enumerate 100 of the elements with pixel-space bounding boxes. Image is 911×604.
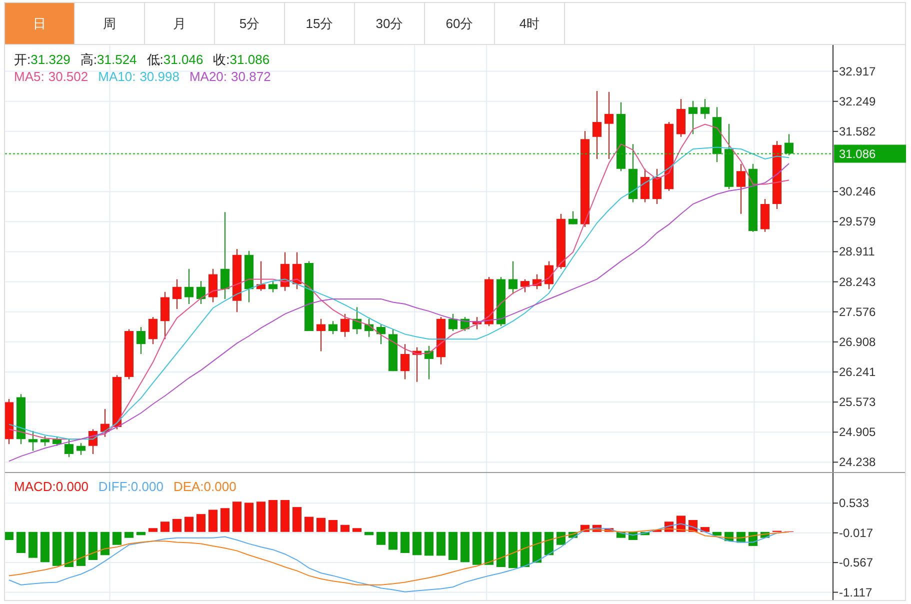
macd-bar — [604, 528, 614, 532]
candlestick — [376, 324, 386, 345]
candlestick — [604, 91, 614, 160]
axis-label: 30.246 — [839, 184, 876, 199]
axis-label: 24.905 — [839, 425, 876, 440]
candlestick — [196, 280, 206, 304]
macd-bar — [76, 532, 86, 566]
macd-bar — [424, 532, 434, 556]
indicator-reading: DEA:0.000 — [173, 478, 236, 495]
candlestick — [772, 140, 782, 210]
candlestick — [28, 430, 38, 452]
candlestick — [520, 278, 530, 293]
candlestick — [316, 318, 326, 352]
axis-label: -1.117 — [839, 585, 872, 600]
ohlc-reading: 收:31.086 — [213, 51, 270, 68]
candlestick — [16, 394, 26, 445]
macd-bar — [388, 532, 398, 550]
candlestick — [652, 168, 662, 204]
candlestick — [484, 276, 494, 327]
indicator-reading: DIFF:0.000 — [98, 478, 164, 495]
candlestick — [208, 268, 218, 303]
macd-bar — [496, 532, 506, 568]
candlestick — [88, 428, 98, 454]
candlestick — [748, 163, 758, 232]
candlestick — [724, 123, 734, 190]
candlestick — [592, 90, 602, 160]
moving-average-reading: MA10: 30.998 — [98, 68, 180, 85]
axis-label: 26.908 — [839, 334, 876, 349]
candlestick — [328, 320, 338, 335]
macd-bar — [352, 528, 362, 532]
candlestick — [628, 144, 638, 203]
macd-bar — [5, 532, 14, 540]
candlestick — [640, 168, 650, 203]
candlestick — [496, 276, 506, 327]
candlestick — [412, 346, 422, 382]
axis-label: -0.567 — [839, 556, 874, 570]
candlestick — [400, 344, 410, 380]
macd-bar — [100, 532, 110, 556]
candlestick — [76, 442, 86, 456]
macd-bar — [712, 532, 722, 536]
candlestick — [64, 438, 74, 458]
candlestick — [52, 436, 62, 446]
macd-bar — [136, 532, 146, 536]
candlestick — [460, 316, 470, 332]
macd-bar — [124, 532, 134, 538]
candlestick — [280, 252, 290, 292]
candlestick — [364, 318, 374, 338]
candlestick — [712, 106, 722, 163]
macd-bar — [172, 518, 182, 532]
price-label: 31.086 — [839, 147, 876, 162]
candlestick — [736, 163, 746, 214]
macd-bar — [112, 532, 122, 545]
macd-bar — [148, 528, 158, 532]
candlestick — [472, 316, 482, 330]
indicator-reading: MACD:0.000 — [14, 478, 88, 495]
candlestick — [304, 260, 314, 332]
axis-label: 28.243 — [839, 274, 876, 289]
macd-bar — [232, 502, 242, 532]
candlestick — [184, 268, 194, 304]
candlestick — [760, 198, 770, 232]
candlestick — [676, 98, 686, 138]
macd-bar — [520, 532, 530, 568]
axis-label: 28.911 — [839, 244, 875, 259]
macd-bar — [316, 518, 326, 532]
candlestick — [388, 328, 398, 372]
macd-bar — [328, 520, 338, 532]
axis-label: 27.576 — [839, 304, 876, 319]
candlestick — [232, 248, 242, 313]
macd-bar — [280, 500, 290, 532]
candlestick — [448, 313, 458, 332]
candlestick — [292, 252, 302, 290]
macd-bar — [472, 532, 482, 565]
macd-bar — [52, 532, 62, 566]
candlestick — [5, 398, 14, 445]
candlestick — [688, 100, 698, 135]
macd-bar — [460, 532, 470, 562]
axis-label: 25.573 — [839, 395, 876, 410]
macd-bar — [640, 532, 650, 536]
axis-label: -0.017 — [839, 526, 874, 540]
axis-label: 32.249 — [839, 94, 876, 108]
ohlc-reading: 高:31.524 — [80, 51, 137, 68]
candlestick — [784, 134, 794, 156]
macd-bar — [508, 532, 518, 568]
candlestick — [160, 291, 170, 340]
macd-bar — [196, 514, 206, 532]
macd-bar — [400, 532, 410, 553]
axis-label: 26.241 — [839, 364, 876, 379]
candlestick — [112, 374, 122, 430]
macd-bar — [268, 500, 278, 532]
candlestick — [436, 316, 446, 365]
macd-bar — [304, 516, 314, 532]
candlestick — [532, 274, 542, 290]
candlestick — [340, 313, 350, 338]
macd-bar — [184, 516, 194, 532]
macd-bar — [340, 524, 350, 532]
macd-bar — [16, 532, 26, 553]
macd-bar — [364, 532, 374, 536]
macd-bar — [436, 532, 446, 556]
macd-bar — [64, 532, 74, 568]
macd-bar — [652, 530, 662, 532]
